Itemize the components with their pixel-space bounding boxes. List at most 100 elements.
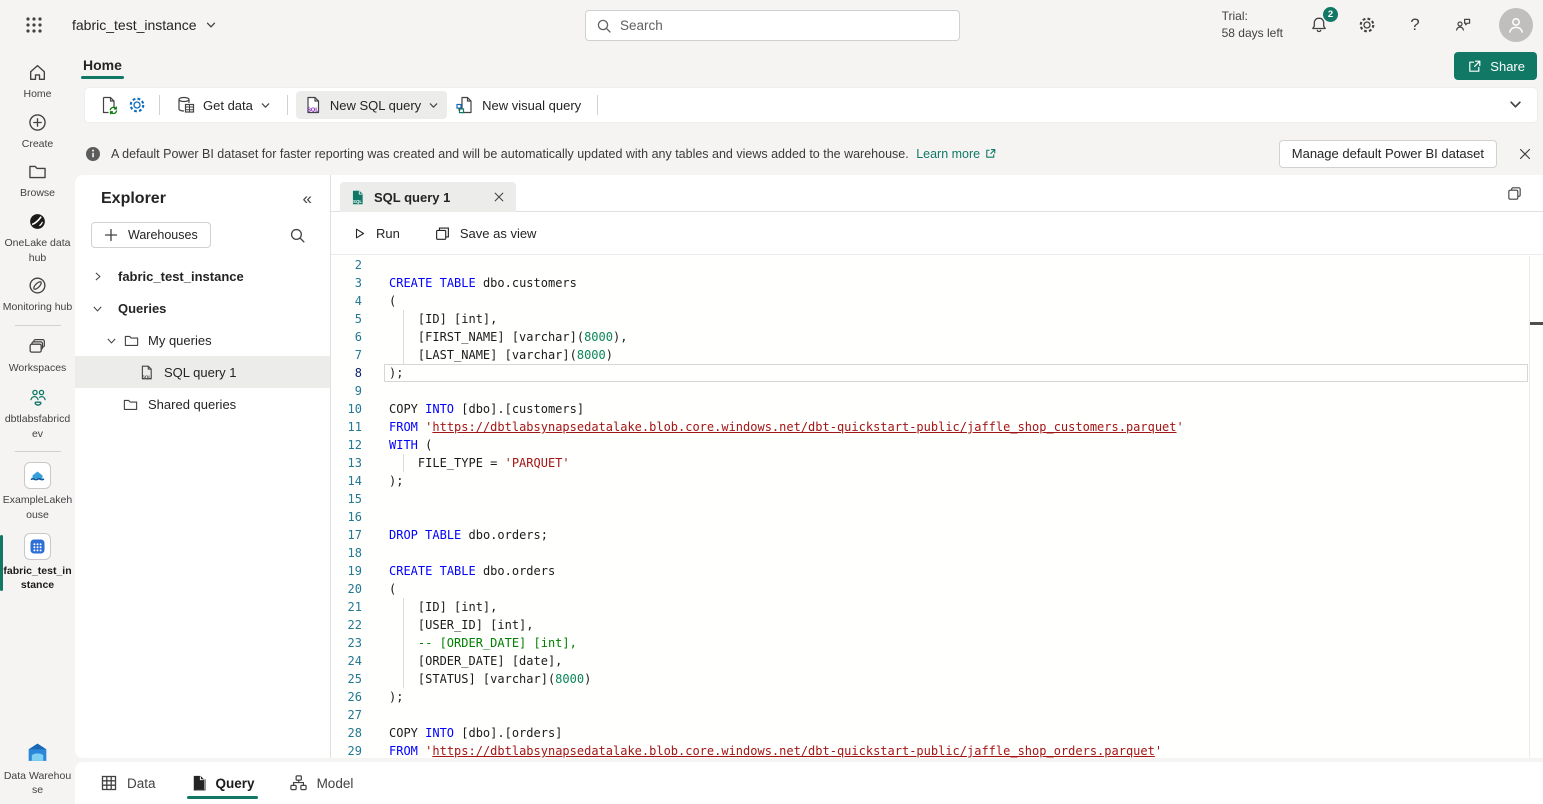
search-icon[interactable] — [289, 227, 306, 244]
tree-item-warehouse[interactable]: fabric_test_instance — [75, 260, 330, 292]
code-line-24[interactable]: 24 [ORDER_DATE] [date], — [331, 652, 1543, 670]
new-visual-query-button[interactable]: New visual query — [447, 91, 589, 119]
save-as-view-button[interactable]: Save as view — [434, 225, 537, 242]
tree-item-queries[interactable]: Queries — [75, 292, 330, 324]
code-editor[interactable]: 23CREATE TABLE dbo.customers4(5 [ID] [in… — [331, 256, 1543, 758]
code-line-13[interactable]: 13 FILE_TYPE = 'PARQUET' — [331, 454, 1543, 472]
tab-model[interactable]: Model — [289, 762, 354, 804]
code-line-22[interactable]: 22 [USER_ID] [int], — [331, 616, 1543, 634]
learn-more-link[interactable]: Learn more — [916, 147, 997, 161]
code-line-28[interactable]: 28COPY INTO [dbo].[orders] — [331, 724, 1543, 742]
code-line-11[interactable]: 11FROM 'https://dbtlabsynapsedatalake.bl… — [331, 418, 1543, 436]
code-line-14[interactable]: 14); — [331, 472, 1543, 490]
get-data-label: Get data — [203, 98, 253, 113]
home-toolbar: Get data SQL New SQL query New visual qu… — [85, 88, 1537, 122]
global-search[interactable] — [585, 10, 960, 41]
code-line-17[interactable]: 17DROP TABLE dbo.orders; — [331, 526, 1543, 544]
workspace-switcher[interactable]: fabric_test_instance — [72, 17, 217, 33]
sidebar-item-fabric-test-instance[interactable]: fabric_test_instance — [0, 533, 75, 593]
close-tab-button[interactable] — [490, 188, 508, 206]
code-line-25[interactable]: 25 [STATUS] [varchar](8000) — [331, 670, 1543, 688]
tree-item-sql-query-1[interactable]: SQL SQL query 1 — [75, 356, 330, 388]
add-warehouses-button[interactable]: Warehouses — [91, 222, 211, 248]
scrollbar-marker[interactable] — [1530, 322, 1543, 325]
query-settings-button[interactable] — [123, 91, 151, 119]
folder-icon — [122, 396, 139, 413]
code-line-5[interactable]: 5 [ID] [int], — [331, 310, 1543, 328]
code-line-27[interactable]: 27 — [331, 706, 1543, 724]
app-launcher-button[interactable] — [20, 11, 48, 39]
refresh-button[interactable] — [95, 91, 123, 119]
toolbar-separator — [597, 95, 598, 115]
editor-right-rule — [1529, 256, 1530, 758]
code-line-26[interactable]: 26); — [331, 688, 1543, 706]
help-button[interactable]: ? — [1403, 13, 1427, 37]
code-lines: 23CREATE TABLE dbo.customers4(5 [ID] [in… — [331, 256, 1543, 758]
compass-icon — [27, 275, 48, 296]
sidebar-item-create[interactable]: Create — [0, 112, 75, 152]
code-line-15[interactable]: 15 — [331, 490, 1543, 508]
sidebar-item-data-warehouse[interactable]: Data Warehouse — [0, 740, 75, 798]
code-line-12[interactable]: 12WITH ( — [331, 436, 1543, 454]
code-line-23[interactable]: 23 -- [ORDER_DATE] [int], — [331, 634, 1543, 652]
code-line-29[interactable]: 29FROM 'https://dbtlabsynapsedatalake.bl… — [331, 742, 1543, 758]
code-line-7[interactable]: 7 [LAST_NAME] [varchar](8000) — [331, 346, 1543, 364]
tab-data[interactable]: Data — [100, 762, 156, 804]
code-line-6[interactable]: 6 [FIRST_NAME] [varchar](8000), — [331, 328, 1543, 346]
dataset-info-banner: A default Power BI dataset for faster re… — [85, 135, 1537, 172]
tab-query[interactable]: Query — [190, 762, 255, 804]
code-line-10[interactable]: 10COPY INTO [dbo].[customers] — [331, 400, 1543, 418]
model-diagram-icon — [289, 774, 308, 792]
sidebar-item-browse[interactable]: Browse — [0, 161, 75, 201]
code-line-16[interactable]: 16 — [331, 508, 1543, 526]
run-button[interactable]: Run — [352, 226, 400, 241]
query-doc-icon — [190, 774, 207, 792]
database-icon — [176, 95, 196, 115]
dismiss-banner-button[interactable] — [1513, 142, 1537, 166]
sidebar-item-dbtlabsfabricdev[interactable]: dbtlabsfabricdev — [0, 386, 75, 441]
banner-actions: Manage default Power BI dataset — [1279, 140, 1537, 168]
code-line-18[interactable]: 18 — [331, 544, 1543, 562]
query-tab-bar: SQL SQL query 1 — [331, 175, 1543, 212]
new-sql-query-button[interactable]: SQL New SQL query — [296, 91, 447, 119]
collapse-ribbon-button[interactable] — [1508, 97, 1523, 112]
code-line-21[interactable]: 21 [ID] [int], — [331, 598, 1543, 616]
chevron-down-icon — [205, 19, 217, 31]
waffle-icon — [25, 16, 43, 34]
sidebar-item-workspaces[interactable]: Workspaces — [0, 336, 75, 376]
code-line-3[interactable]: 3CREATE TABLE dbo.customers — [331, 274, 1543, 292]
sidebar-item-monitoring-hub[interactable]: Monitoring hub — [0, 275, 75, 315]
sidebar-item-examplelakehouse[interactable]: ExampleLakehouse — [0, 462, 75, 522]
get-data-button[interactable]: Get data — [168, 91, 279, 119]
code-line-2[interactable]: 2 — [331, 256, 1543, 274]
folder-icon — [123, 332, 140, 349]
code-line-9[interactable]: 9 — [331, 382, 1543, 400]
manage-dataset-button[interactable]: Manage default Power BI dataset — [1279, 140, 1497, 168]
people-icon — [27, 386, 49, 408]
help-icon: ? — [1410, 15, 1419, 35]
tab-sql-query-1[interactable]: SQL SQL query 1 — [340, 182, 516, 212]
code-line-19[interactable]: 19CREATE TABLE dbo.orders — [331, 562, 1543, 580]
tab-home[interactable]: Home — [81, 53, 124, 81]
code-line-4[interactable]: 4( — [331, 292, 1543, 310]
sidebar-item-onelake-data-hub[interactable]: OneLake data hub — [0, 211, 75, 265]
notifications-button[interactable]: 2 — [1307, 13, 1331, 37]
topbar-actions: Trial: 58 days left 2 ? — [1222, 0, 1543, 50]
top-bar: fabric_test_instance Trial: 58 days left… — [0, 0, 1543, 50]
warehouse-icon — [24, 533, 51, 560]
feedback-button[interactable] — [1451, 13, 1475, 37]
code-line-8[interactable]: 8); — [331, 364, 1543, 382]
code-line-20[interactable]: 20( — [331, 580, 1543, 598]
tree-item-shared-queries[interactable]: Shared queries — [75, 388, 330, 420]
svg-text:SQL: SQL — [307, 108, 319, 114]
onelake-icon — [27, 211, 48, 232]
collapse-explorer-button[interactable]: « — [303, 189, 312, 209]
share-button[interactable]: Share — [1454, 52, 1537, 80]
search-input[interactable] — [620, 18, 949, 33]
copy-icon — [1506, 185, 1523, 202]
sidebar-item-home[interactable]: Home — [0, 62, 75, 102]
settings-button[interactable] — [1355, 13, 1379, 37]
tree-item-my-queries[interactable]: My queries — [75, 324, 330, 356]
copy-button[interactable] — [1506, 185, 1523, 202]
account-avatar[interactable] — [1499, 8, 1533, 42]
